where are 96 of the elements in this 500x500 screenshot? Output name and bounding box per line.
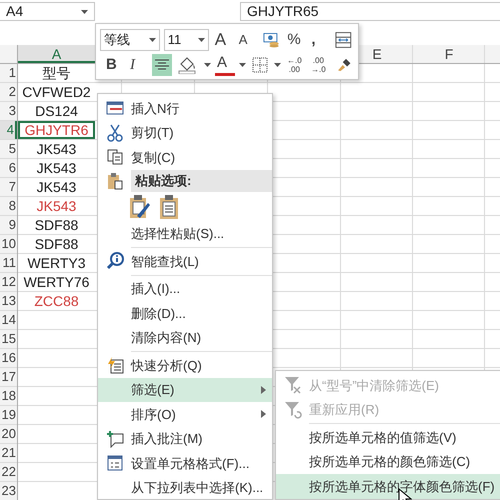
table-cell[interactable]: JK543 — [18, 159, 95, 177]
grow-font-button[interactable]: A — [212, 28, 233, 50]
menu-item[interactable]: 删除(D)... — [98, 301, 272, 326]
table-cell[interactable]: DS124 — [18, 102, 95, 120]
merge-cells-icon — [335, 30, 352, 48]
menu-item[interactable]: 插入批注(M) — [98, 426, 272, 451]
menu-item[interactable]: 快速分析(Q) — [98, 353, 272, 378]
row-number[interactable]: 15 — [0, 330, 17, 348]
filter-clear-icon — [284, 376, 302, 394]
table-cell[interactable]: ZCC88 — [18, 292, 95, 310]
row-number[interactable]: 14 — [0, 311, 17, 329]
font-size-select[interactable]: 11 — [164, 28, 209, 50]
paint-bucket-icon — [178, 56, 198, 74]
insert-row-icon — [106, 101, 124, 116]
table-cell[interactable]: WERTY76 — [18, 273, 95, 291]
formula-field[interactable]: GHJYTR65 — [240, 2, 500, 21]
row-number[interactable]: 21 — [0, 444, 17, 462]
currency-icon — [262, 32, 280, 48]
row-number[interactable]: 11 — [0, 254, 17, 272]
table-cell[interactable]: GHJYTR6 — [18, 121, 95, 139]
clipboard-icon — [106, 172, 122, 190]
row-number[interactable]: 23 — [0, 482, 17, 500]
menu-item[interactable]: 按所选单元格的字体颜色筛选(F) — [276, 474, 500, 498]
row-number[interactable]: 16 — [0, 349, 17, 367]
menu-item[interactable]: 插入(I)... — [98, 276, 272, 301]
menu-item[interactable]: 设置单元格格式(F)... — [98, 451, 272, 476]
table-cell[interactable]: JK543 — [18, 140, 95, 158]
table-cell[interactable]: WERTY3 — [18, 254, 95, 272]
menu-item[interactable]: 插入N行 — [98, 96, 272, 120]
caret-icon[interactable] — [274, 62, 281, 66]
column-header[interactable]: F — [442, 45, 456, 63]
bold-button[interactable]: B — [104, 54, 124, 76]
row-number[interactable]: 4 — [0, 121, 17, 139]
menu-item[interactable]: 选择性粘贴(S)... — [98, 222, 272, 246]
caret-icon[interactable] — [204, 62, 211, 66]
align-center-button[interactable] — [152, 54, 172, 76]
menu-item[interactable]: 从下拉列表中选择(K)... — [98, 476, 272, 499]
comment-icon — [106, 430, 124, 448]
italic-button[interactable]: I — [128, 54, 148, 76]
row-number[interactable]: 19 — [0, 406, 17, 424]
format-cells-icon — [106, 455, 122, 472]
menu-item[interactable]: 清除内容(N) — [98, 326, 272, 350]
decrease-decimal-button[interactable]: ←.0 .00 — [285, 54, 305, 76]
row-number[interactable]: 5 — [0, 140, 17, 158]
row-number[interactable]: 22 — [0, 463, 17, 481]
comma-button[interactable]: , — [309, 28, 330, 50]
quick-analysis-icon — [106, 356, 124, 374]
submenu-arrow-icon — [261, 410, 266, 418]
shrink-font-button[interactable]: A — [236, 28, 257, 50]
table-cell[interactable]: JK543 — [18, 197, 95, 215]
row-number[interactable]: 1 — [0, 64, 17, 82]
caret-icon[interactable] — [239, 62, 246, 66]
filter-refresh-icon — [284, 400, 302, 419]
font-select[interactable]: 等线 — [100, 28, 160, 50]
column-header[interactable]: A — [18, 45, 95, 63]
row-number[interactable]: 13 — [0, 292, 17, 310]
row-number[interactable]: 17 — [0, 368, 17, 386]
row-number[interactable]: 10 — [0, 235, 17, 253]
scissors-icon — [106, 124, 122, 142]
menu-section-header: 粘贴选项: — [131, 170, 272, 192]
menu-item[interactable]: 剪切(T) — [98, 120, 272, 145]
row-number[interactable]: 8 — [0, 197, 17, 215]
row-number[interactable]: 18 — [0, 387, 17, 405]
caret-icon[interactable] — [148, 38, 156, 42]
menu-item[interactable]: 复制(C) — [98, 145, 272, 170]
table-cell[interactable]: SDF88 — [18, 216, 95, 234]
row-number[interactable]: 3 — [0, 102, 17, 120]
table-cell[interactable]: CVFWED2 — [18, 83, 95, 101]
row-number[interactable]: 7 — [0, 178, 17, 196]
row-number[interactable]: 12 — [0, 273, 17, 291]
menu-item[interactable]: 排序(O) — [98, 402, 272, 426]
menu-item[interactable]: 按所选单元格的值筛选(V) — [276, 425, 500, 450]
submenu-arrow-icon — [261, 386, 266, 394]
menu-item[interactable]: 筛选(E) — [98, 378, 272, 402]
menu-item[interactable]: 按所选单元格的颜色筛选(C) — [276, 450, 500, 474]
font-color-button[interactable]: A — [215, 54, 235, 76]
align-center-icon — [154, 58, 170, 72]
row-number[interactable]: 9 — [0, 216, 17, 234]
table-cell[interactable]: 型号 — [18, 64, 95, 82]
caret-icon[interactable] — [198, 38, 205, 42]
search-icon — [106, 252, 124, 270]
name-box[interactable]: A4 — [0, 2, 95, 21]
row-number[interactable]: 6 — [0, 159, 17, 177]
caret-icon[interactable] — [81, 10, 88, 14]
increase-decimal-button[interactable]: .00 →.0 — [309, 54, 329, 76]
table-cell[interactable]: SDF88 — [18, 235, 95, 253]
clipboard-brush-icon[interactable] — [129, 194, 151, 220]
borders-icon — [252, 56, 268, 72]
column-header[interactable]: E — [369, 45, 385, 63]
clipboard-icon[interactable] — [159, 194, 179, 220]
menu-item[interactable]: 智能查找(L) — [98, 249, 272, 274]
row-number[interactable]: 20 — [0, 425, 17, 443]
percent-button[interactable]: % — [285, 28, 306, 50]
row-number[interactable]: 2 — [0, 83, 17, 101]
copy-icon — [106, 149, 122, 166]
table-cell[interactable]: JK543 — [18, 178, 95, 196]
